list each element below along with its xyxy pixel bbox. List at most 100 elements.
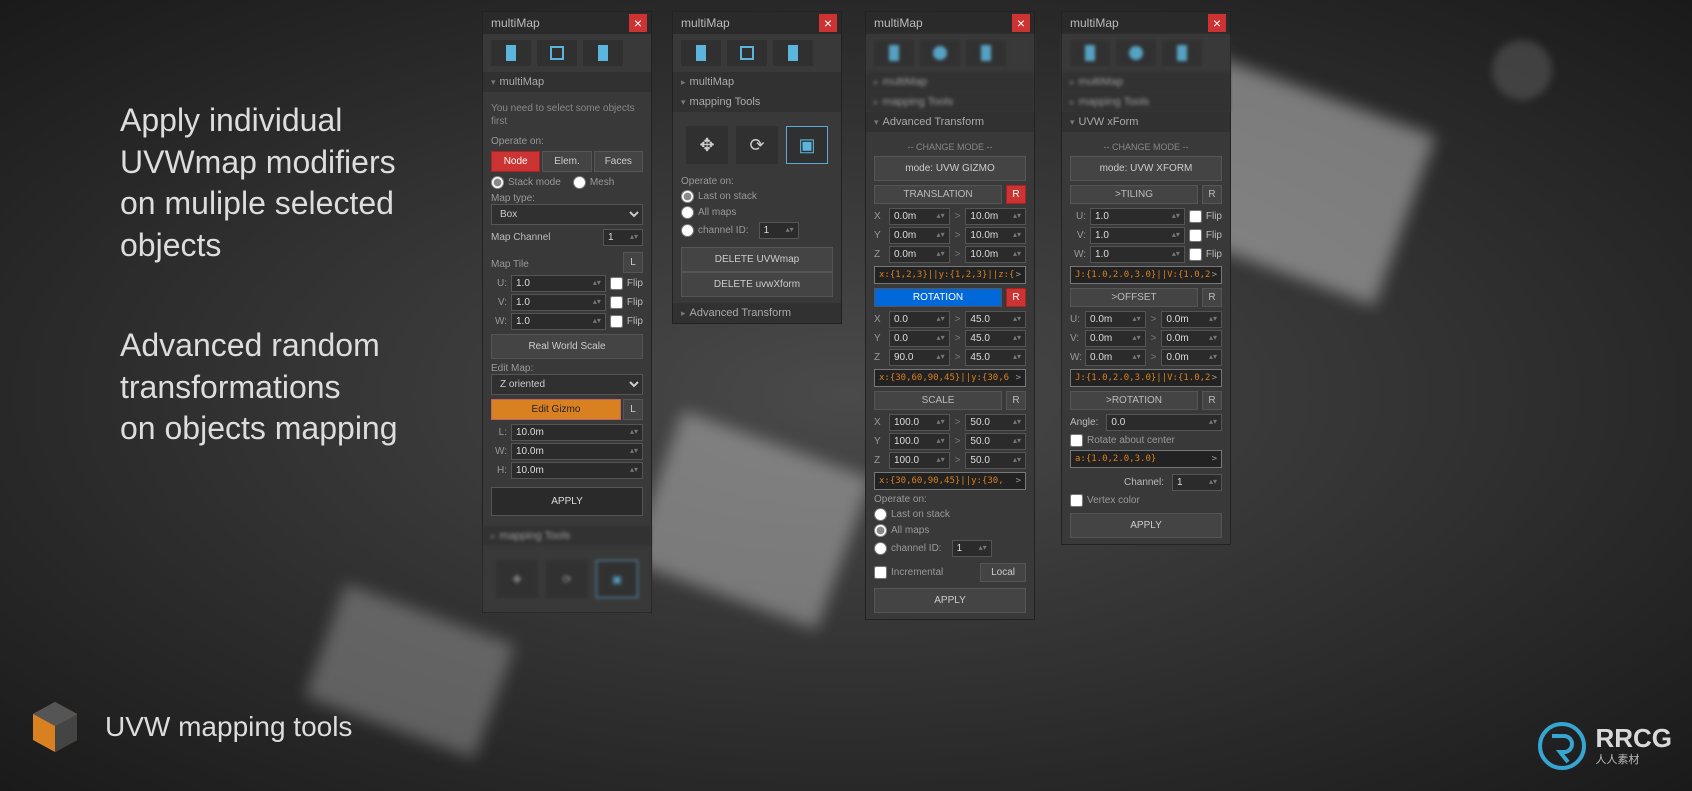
tab-2[interactable]: [1116, 40, 1156, 66]
ov-a-spinner[interactable]: 0.0m▴▾: [1085, 330, 1146, 347]
map-tile-l-button[interactable]: L: [623, 252, 643, 273]
titlebar[interactable]: multiMap ×: [483, 12, 651, 34]
scale-header[interactable]: SCALE: [874, 391, 1002, 410]
last-on-stack-radio[interactable]: [874, 508, 887, 521]
tu-spinner[interactable]: 1.0▴▾: [1090, 208, 1185, 225]
sy-b-spinner[interactable]: 50.0▴▾: [965, 433, 1026, 450]
local-button[interactable]: Local: [980, 563, 1026, 582]
tx-a-spinner[interactable]: 0.0m▴▾: [889, 208, 950, 225]
ty-b-spinner[interactable]: 10.0m▴▾: [965, 227, 1026, 244]
offset-header[interactable]: >OFFSET: [1070, 288, 1198, 307]
rotate-center-checkbox[interactable]: [1070, 434, 1083, 447]
h-spinner[interactable]: 10.0m▴▾: [511, 462, 643, 479]
flip-w-checkbox[interactable]: [1189, 248, 1202, 261]
stack-mode-radio[interactable]: [491, 176, 504, 189]
sy-a-spinner[interactable]: 100.0▴▾: [889, 433, 950, 450]
faces-button[interactable]: Faces: [594, 151, 643, 172]
move-tool-icon[interactable]: ✥: [496, 560, 538, 598]
flip-v-checkbox[interactable]: [1189, 229, 1202, 242]
edit-map-select[interactable]: Z oriented: [491, 374, 643, 395]
tab-2[interactable]: [537, 40, 577, 66]
channel-id-spinner[interactable]: 1▴▾: [952, 540, 992, 557]
reset-rotation-button[interactable]: R: [1202, 391, 1222, 410]
flip-w-checkbox[interactable]: [610, 315, 623, 328]
rotation-code[interactable]: x:{30,60,90,45}||y:{30,6: [874, 369, 1026, 387]
tab-3[interactable]: [773, 40, 813, 66]
l-spinner[interactable]: 10.0m▴▾: [511, 424, 643, 441]
titlebar[interactable]: multiMap ×: [1062, 12, 1230, 34]
tab-1[interactable]: [1070, 40, 1110, 66]
edit-gizmo-button[interactable]: Edit Gizmo: [491, 399, 621, 420]
section-mapping-tools[interactable]: mapping Tools: [866, 92, 1034, 112]
reset-translation-button[interactable]: R: [1006, 185, 1026, 204]
tv-spinner[interactable]: 1.0▴▾: [1090, 227, 1185, 244]
tiling-header[interactable]: >TILING: [1070, 185, 1198, 204]
tab-1[interactable]: [491, 40, 531, 66]
channel-spinner[interactable]: 1▴▾: [1172, 474, 1222, 491]
section-multimap[interactable]: multiMap: [673, 72, 841, 92]
tab-3[interactable]: [966, 40, 1006, 66]
incremental-checkbox[interactable]: [874, 566, 887, 579]
tab-3[interactable]: [1162, 40, 1202, 66]
scale-tool-icon[interactable]: ▣: [786, 126, 828, 164]
apply-button[interactable]: APPLY: [874, 588, 1026, 613]
v-spinner[interactable]: 1.0▴▾: [511, 294, 606, 311]
delete-uvwmap-button[interactable]: DELETE UVWmap: [681, 247, 833, 272]
rx-a-spinner[interactable]: 0.0▴▾: [889, 311, 950, 328]
reset-offset-button[interactable]: R: [1202, 288, 1222, 307]
close-icon[interactable]: ×: [629, 14, 647, 32]
flip-u-checkbox[interactable]: [610, 277, 623, 290]
apply-button[interactable]: APPLY: [1070, 513, 1222, 538]
sz-a-spinner[interactable]: 100.0▴▾: [889, 452, 950, 469]
edit-gizmo-l-button[interactable]: L: [623, 399, 643, 420]
tx-b-spinner[interactable]: 10.0m▴▾: [965, 208, 1026, 225]
scale-code[interactable]: x:{30,60,90,45}||y:{30,: [874, 472, 1026, 490]
map-channel-spinner[interactable]: 1▴▾: [603, 229, 643, 246]
rx-b-spinner[interactable]: 45.0▴▾: [965, 311, 1026, 328]
sx-b-spinner[interactable]: 50.0▴▾: [965, 414, 1026, 431]
apply-button[interactable]: APPLY: [491, 487, 643, 516]
ty-a-spinner[interactable]: 0.0m▴▾: [889, 227, 950, 244]
last-on-stack-radio[interactable]: [681, 190, 694, 203]
close-icon[interactable]: ×: [1012, 14, 1030, 32]
channel-id-spinner[interactable]: 1▴▾: [759, 222, 799, 239]
map-type-select[interactable]: Box: [491, 204, 643, 225]
translation-code[interactable]: x:{1,2,3}||y:{1,2,3}||z:{: [874, 266, 1026, 284]
all-maps-radio[interactable]: [681, 206, 694, 219]
section-adv-transform[interactable]: Advanced Transform: [866, 112, 1034, 132]
rz-b-spinner[interactable]: 45.0▴▾: [965, 349, 1026, 366]
section-adv-transform[interactable]: Advanced Transform: [673, 303, 841, 323]
tab-3[interactable]: [583, 40, 623, 66]
sz-b-spinner[interactable]: 50.0▴▾: [965, 452, 1026, 469]
mesh-radio[interactable]: [573, 176, 586, 189]
section-multimap[interactable]: multiMap: [1062, 72, 1230, 92]
flip-u-checkbox[interactable]: [1189, 210, 1202, 223]
real-world-scale-button[interactable]: Real World Scale: [491, 334, 643, 359]
ow-b-spinner[interactable]: 0.0m▴▾: [1161, 349, 1222, 366]
translation-header[interactable]: TRANSLATION: [874, 185, 1002, 204]
reset-rotation-button[interactable]: R: [1006, 288, 1026, 307]
mode-button[interactable]: mode: UVW XFORM: [1070, 156, 1222, 181]
rz-a-spinner[interactable]: 90.0▴▾: [889, 349, 950, 366]
move-tool-icon[interactable]: ✥: [686, 126, 728, 164]
all-maps-radio[interactable]: [874, 524, 887, 537]
section-mapping-tools[interactable]: mapping Tools: [483, 526, 651, 546]
w-spinner[interactable]: 1.0▴▾: [511, 313, 606, 330]
ow-a-spinner[interactable]: 0.0m▴▾: [1085, 349, 1146, 366]
sx-a-spinner[interactable]: 100.0▴▾: [889, 414, 950, 431]
u-spinner[interactable]: 1.0▴▾: [511, 275, 606, 292]
elem-button[interactable]: Elem.: [542, 151, 591, 172]
tab-1[interactable]: [874, 40, 914, 66]
close-icon[interactable]: ×: [819, 14, 837, 32]
rotation-code[interactable]: a:{1.0,2.0,3.0}: [1070, 450, 1222, 468]
rotate-tool-icon[interactable]: ⟳: [736, 126, 778, 164]
rotation-header[interactable]: ROTATION: [874, 288, 1002, 307]
section-multimap[interactable]: multiMap: [866, 72, 1034, 92]
scale-tool-icon[interactable]: ▣: [596, 560, 638, 598]
rotation-header[interactable]: >ROTATION: [1070, 391, 1198, 410]
node-button[interactable]: Node: [491, 151, 540, 172]
channel-id-radio[interactable]: [874, 542, 887, 555]
titlebar[interactable]: multiMap ×: [866, 12, 1034, 34]
tiling-code[interactable]: J:{1.0,2.0,3.0}||V:{1.0,2: [1070, 266, 1222, 284]
ou-a-spinner[interactable]: 0.0m▴▾: [1085, 311, 1146, 328]
